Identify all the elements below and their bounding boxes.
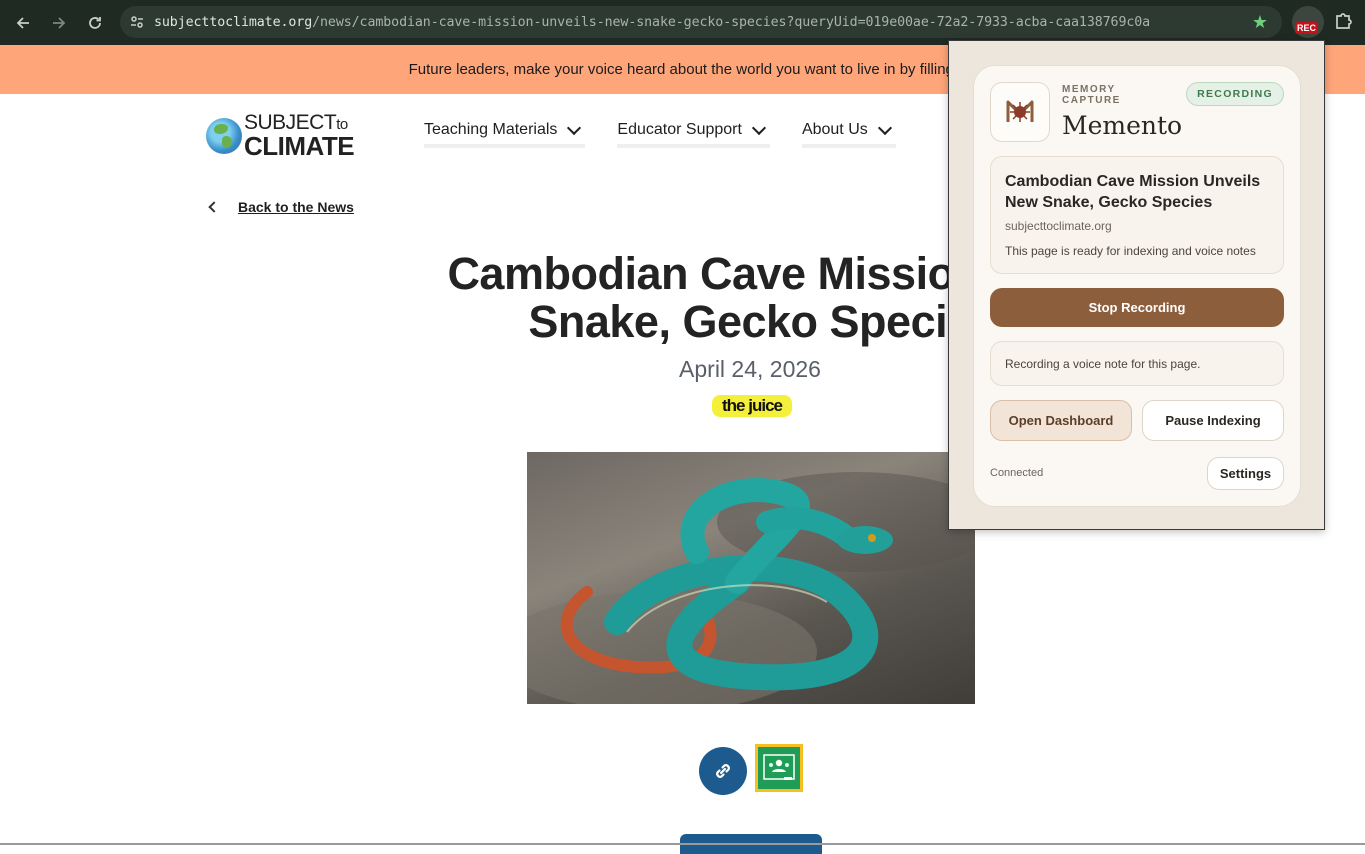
- browser-toolbar: subjecttoclimate.org/news/cambodian-cave…: [0, 0, 1365, 45]
- globe-icon: [206, 117, 242, 154]
- url-text: subjecttoclimate.org/news/cambodian-cave…: [154, 15, 1150, 30]
- brand-name: Memento: [1062, 111, 1183, 140]
- site-logo[interactable]: SUBJECTto CLIMATE: [206, 112, 355, 161]
- nav-educator-support[interactable]: Educator Support: [617, 118, 770, 148]
- chevron-down-icon: [567, 120, 582, 135]
- memento-popup: MEMORY CAPTURE Memento RECORDING Cambodi…: [948, 40, 1325, 530]
- nav-teaching-materials[interactable]: Teaching Materials: [424, 118, 586, 148]
- rec-badge: REC: [1295, 22, 1319, 34]
- chevron-down-icon: [751, 120, 767, 135]
- nav-label: Educator Support: [617, 121, 742, 138]
- back-arrow-icon[interactable]: [5, 5, 41, 41]
- nav-about-us[interactable]: About Us: [801, 118, 896, 148]
- current-page-card: Cambodian Cave Mission Unveils New Snake…: [990, 156, 1284, 274]
- the-juice-logo: the juice: [712, 395, 792, 417]
- memento-logo-icon: [990, 82, 1050, 142]
- chevron-left-icon: [208, 201, 220, 213]
- hero-snake-image: [527, 452, 975, 704]
- page-title: Cambodian Cave Mission Unveils New Snake…: [1005, 173, 1261, 211]
- address-bar[interactable]: subjecttoclimate.org/news/cambodian-cave…: [120, 6, 1282, 38]
- page-domain: subjecttoclimate.org: [1005, 219, 1112, 233]
- pause-indexing-button[interactable]: Pause Indexing: [1142, 400, 1284, 441]
- nav-label: Teaching Materials: [424, 121, 558, 138]
- extension-puzzle-icon[interactable]: [1333, 10, 1357, 34]
- back-link-label: Back to the News: [238, 199, 354, 215]
- back-to-news-link[interactable]: Back to the News: [208, 199, 354, 215]
- main-nav: Teaching Materials Educator Support Abou…: [424, 118, 928, 148]
- recording-status-badge: RECORDING: [1186, 82, 1284, 106]
- classroom-icon: [763, 754, 795, 780]
- url-host: subjecttoclimate.org: [154, 14, 313, 30]
- chevron-down-icon: [877, 120, 892, 135]
- url-path: /news/cambodian-cave-mission-unveils-new…: [312, 14, 1151, 30]
- memory-capture-label: MEMORY CAPTURE: [1062, 84, 1121, 106]
- logo-climate: CLIMATE: [244, 131, 355, 161]
- page-status: This page is ready for indexing and voic…: [1005, 244, 1256, 258]
- nav-label: About Us: [801, 121, 868, 138]
- google-classroom-button[interactable]: [755, 744, 803, 792]
- forward-arrow-icon[interactable]: [41, 5, 77, 41]
- stop-recording-button[interactable]: Stop Recording: [990, 288, 1284, 327]
- bookmark-star-icon[interactable]: ★: [1252, 12, 1268, 33]
- link-icon: [716, 764, 730, 778]
- popup-card: MEMORY CAPTURE Memento RECORDING Cambodi…: [973, 65, 1301, 507]
- open-dashboard-button[interactable]: Open Dashboard: [990, 400, 1132, 441]
- settings-button[interactable]: Settings: [1207, 457, 1284, 490]
- copy-link-button[interactable]: [699, 747, 747, 795]
- voice-note-status: Recording a voice note for this page.: [990, 341, 1284, 386]
- banner-text: Future leaders, make your voice heard ab…: [408, 61, 967, 78]
- reload-icon[interactable]: [77, 5, 113, 41]
- site-info-icon[interactable]: [120, 6, 154, 38]
- connection-status: Connected: [990, 467, 1044, 479]
